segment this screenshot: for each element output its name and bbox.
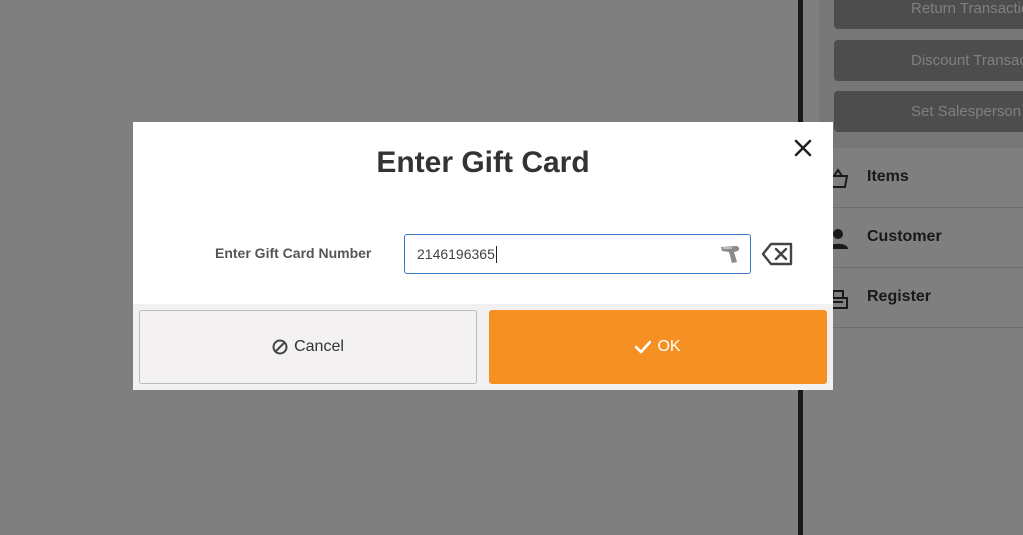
clear-input-icon[interactable]: [761, 242, 793, 266]
gift-card-number-field[interactable]: [404, 234, 751, 274]
cancel-icon: [272, 339, 288, 355]
dialog-title: Enter Gift Card: [376, 146, 590, 179]
check-icon: [635, 340, 652, 354]
ok-button-label: OK: [657, 338, 681, 355]
ok-button[interactable]: OK: [489, 310, 827, 384]
gift-card-dialog: Enter Gift Card Enter Gift Card Number C…: [133, 122, 833, 390]
text-cursor: [496, 246, 497, 263]
close-icon[interactable]: [793, 138, 813, 158]
cancel-button-label: Cancel: [294, 338, 344, 355]
cancel-button[interactable]: Cancel: [139, 310, 477, 384]
dialog-footer: Cancel OK: [133, 304, 833, 390]
gift-card-number-label: Enter Gift Card Number: [215, 245, 372, 261]
gift-card-number-input[interactable]: [405, 235, 705, 273]
barcode-scanner-icon[interactable]: [720, 244, 742, 264]
